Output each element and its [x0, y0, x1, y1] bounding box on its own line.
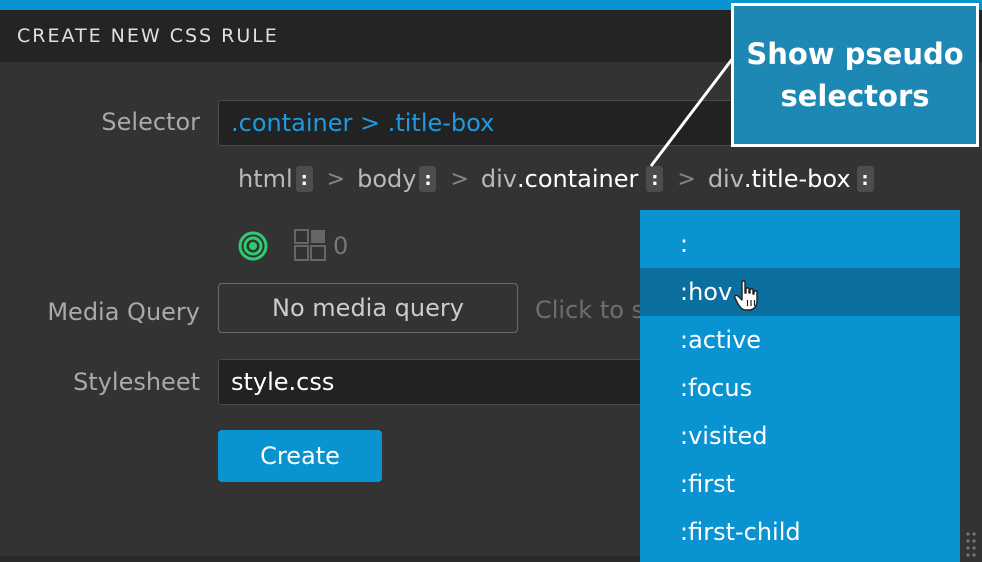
breadcrumb-item-html[interactable]: html :	[238, 165, 313, 193]
breadcrumb-tag: div	[480, 165, 518, 193]
dropdown-item-active[interactable]: :active	[640, 316, 960, 364]
breadcrumb-separator: >	[677, 166, 696, 192]
pseudo-selector-button[interactable]: :	[419, 166, 437, 192]
callout-box: Show pseudo selectors	[731, 3, 979, 147]
bottom-edge	[0, 556, 640, 562]
match-count: 0	[333, 232, 349, 260]
target-icon[interactable]	[238, 231, 268, 261]
selector-input[interactable]: .container > .title-box	[218, 100, 778, 146]
breadcrumb-tag: div	[707, 165, 744, 193]
breadcrumb-item-body[interactable]: body :	[357, 165, 437, 193]
breadcrumb-separator: >	[450, 166, 469, 192]
breadcrumb-class: .container	[517, 165, 639, 193]
media-query-button[interactable]: No media query	[218, 283, 518, 333]
pseudo-selector-button[interactable]: :	[646, 166, 664, 192]
breadcrumb-class: .title-box	[743, 165, 851, 193]
breadcrumb-tag: html	[238, 165, 293, 193]
dialog-title: CREATE NEW CSS RULE	[17, 25, 279, 47]
dropdown-item-visited[interactable]: :visited	[640, 412, 960, 460]
dropdown-item-first-child[interactable]: :first-child	[640, 508, 960, 556]
grid-icon[interactable]	[294, 229, 326, 261]
pseudo-selector-button[interactable]: :	[295, 166, 313, 192]
dropdown-item-focus[interactable]: :focus	[640, 364, 960, 412]
hand-cursor-icon	[734, 280, 758, 311]
stylesheet-label: Stylesheet	[73, 368, 200, 396]
pseudo-selector-button[interactable]: :	[856, 166, 874, 192]
selector-label: Selector	[101, 108, 200, 136]
breadcrumb-item-div-container[interactable]: div .container :	[480, 165, 664, 193]
media-query-label: Media Query	[47, 298, 200, 326]
stylesheet-value: style.css	[231, 368, 335, 396]
dropdown-item-colon[interactable]: :	[640, 210, 960, 268]
dropdown-item-hover[interactable]: :hov	[640, 268, 960, 316]
breadcrumb-separator: >	[326, 166, 346, 192]
element-breadcrumb: html : > body : > div .container : > div.…	[238, 162, 874, 196]
callout-line-1: Show pseudo	[746, 37, 964, 71]
breadcrumb-tag: body	[357, 165, 417, 193]
media-query-hint: Click to s	[535, 296, 645, 324]
dropdown-item-first[interactable]: :first	[640, 460, 960, 508]
breadcrumb-item-div-title-box[interactable]: div .title-box :	[708, 165, 874, 193]
callout-line-2: selectors	[780, 79, 930, 113]
pseudo-selector-dropdown: : :hov :active :focus :visited :first :f…	[640, 210, 960, 562]
create-button[interactable]: Create	[218, 430, 382, 482]
resize-grip-icon[interactable]	[962, 528, 982, 558]
selector-input-value: .container > .title-box	[231, 109, 495, 137]
